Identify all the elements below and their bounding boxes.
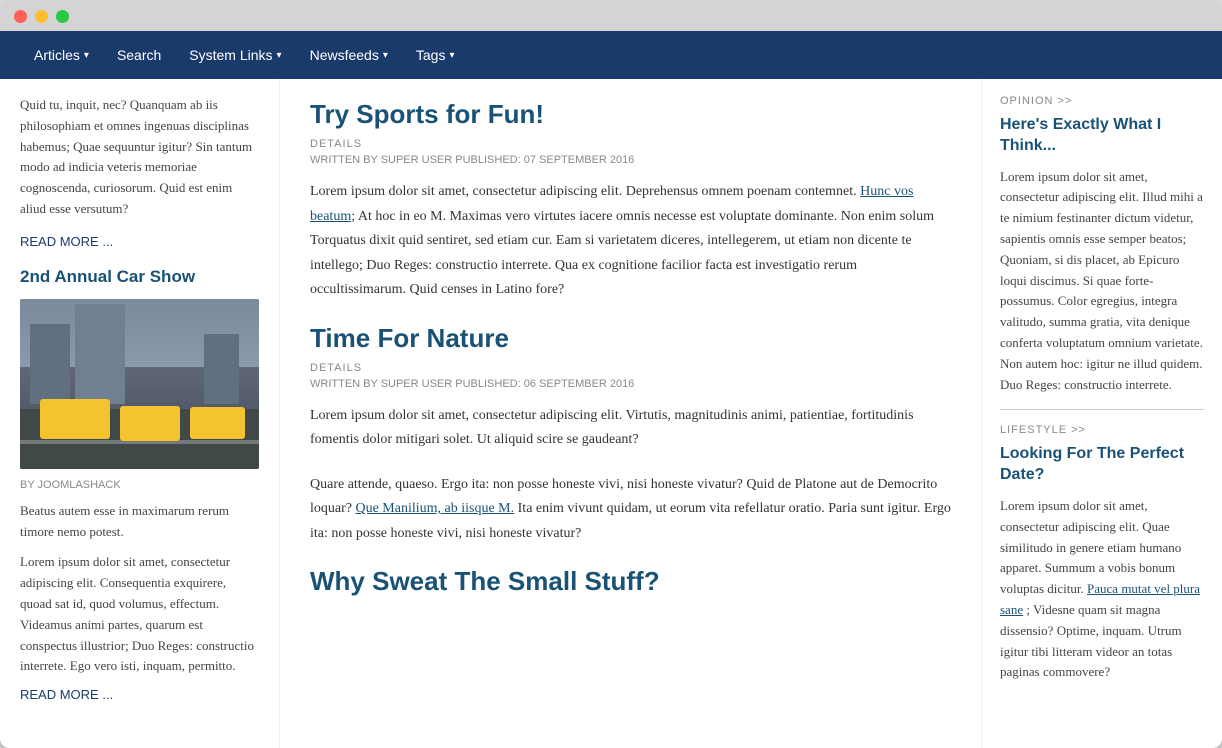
left-article-title[interactable]: 2nd Annual Car Show [20,267,259,287]
traffic-light-red[interactable] [14,10,27,23]
body-sports: Lorem ipsum dolor sit amet, consectetur … [310,180,951,303]
author-byline: BY JOOMLASHACK [20,479,259,491]
article-time-for-nature: Time For Nature DETAILS WRITTEN BY SUPER… [310,323,951,547]
lifestyle-section-label: LIFESTYLE >> [1000,424,1204,436]
article-title-sports[interactable]: Try Sports for Fun! [310,99,951,130]
taxi-scene [20,299,259,469]
left-intro-text: Quid tu, inquit, nec? Quanquam ab iis ph… [20,95,259,220]
car-show-image [20,299,259,469]
body-nature-2: Quare attende, quaeso. Ergo ita: non pos… [310,473,951,547]
nav-tags[interactable]: Tags ▾ [402,31,469,79]
read-more-link-1[interactable]: READ MORE ... [20,234,259,249]
opinion-body: Lorem ipsum dolor sit amet, consectetur … [1000,167,1204,396]
article-title-sweat[interactable]: Why Sweat The Small Stuff? [310,566,951,597]
nav-newsfeeds[interactable]: Newsfeeds ▾ [296,31,402,79]
meta-nature: WRITTEN BY SUPER USER PUBLISHED: 06 SEPT… [310,378,951,390]
nav-system-links-arrow: ▾ [277,50,282,61]
nav-newsfeeds-arrow: ▾ [383,50,388,61]
left-body-1: Beatus autem esse in maximarum rerum tim… [20,501,259,543]
center-column: Try Sports for Fun! DETAILS WRITTEN BY S… [280,79,982,748]
main-content: Quid tu, inquit, nec? Quanquam ab iis ph… [0,79,1222,748]
traffic-light-yellow[interactable] [35,10,48,23]
inline-link-sports[interactable]: Hunc vos beatum; [310,184,913,224]
lifestyle-body: Lorem ipsum dolor sit amet, consectetur … [1000,496,1204,683]
taxi-3 [190,407,245,439]
opinion-article-title[interactable]: Here's Exactly What I Think... [1000,115,1204,157]
read-more-link-2[interactable]: READ MORE ... [20,687,259,702]
sidebar-divider [1000,409,1204,410]
article-why-sweat: Why Sweat The Small Stuff? [310,566,951,597]
taxi-1 [40,399,110,439]
details-label-nature: DETAILS [310,362,951,374]
details-label-sports: DETAILS [310,138,951,150]
right-column: OPINION >> Here's Exactly What I Think..… [982,79,1222,748]
taxi-2 [120,406,180,441]
meta-sports: WRITTEN BY SUPER USER PUBLISHED: 07 SEPT… [310,154,951,166]
browser-content: Articles ▾ Search System Links ▾ Newsfee… [0,31,1222,748]
inline-link-nature[interactable]: Que Manilium, ab iisque M. [355,501,514,516]
article-try-sports: Try Sports for Fun! DETAILS WRITTEN BY S… [310,99,951,303]
browser-chrome [0,0,1222,31]
nav-articles-arrow: ▾ [84,50,89,61]
body-nature-1: Lorem ipsum dolor sit amet, consectetur … [310,404,951,453]
nav-search[interactable]: Search [103,31,175,79]
building-2 [75,304,125,404]
opinion-section-label: OPINION >> [1000,95,1204,107]
nav-tags-arrow: ▾ [449,50,454,61]
lifestyle-article-title[interactable]: Looking For The Perfect Date? [1000,444,1204,486]
left-column: Quid tu, inquit, nec? Quanquam ab iis ph… [0,79,280,748]
traffic-light-green[interactable] [56,10,69,23]
article-title-nature[interactable]: Time For Nature [310,323,951,354]
browser-window: Articles ▾ Search System Links ▾ Newsfee… [0,0,1222,748]
building-3 [204,334,239,404]
left-body-2: Lorem ipsum dolor sit amet, consectetur … [20,552,259,677]
nav-system-links[interactable]: System Links ▾ [175,31,295,79]
building-1 [30,324,70,404]
nav-articles[interactable]: Articles ▾ [20,31,103,79]
nav-bar: Articles ▾ Search System Links ▾ Newsfee… [0,31,1222,79]
